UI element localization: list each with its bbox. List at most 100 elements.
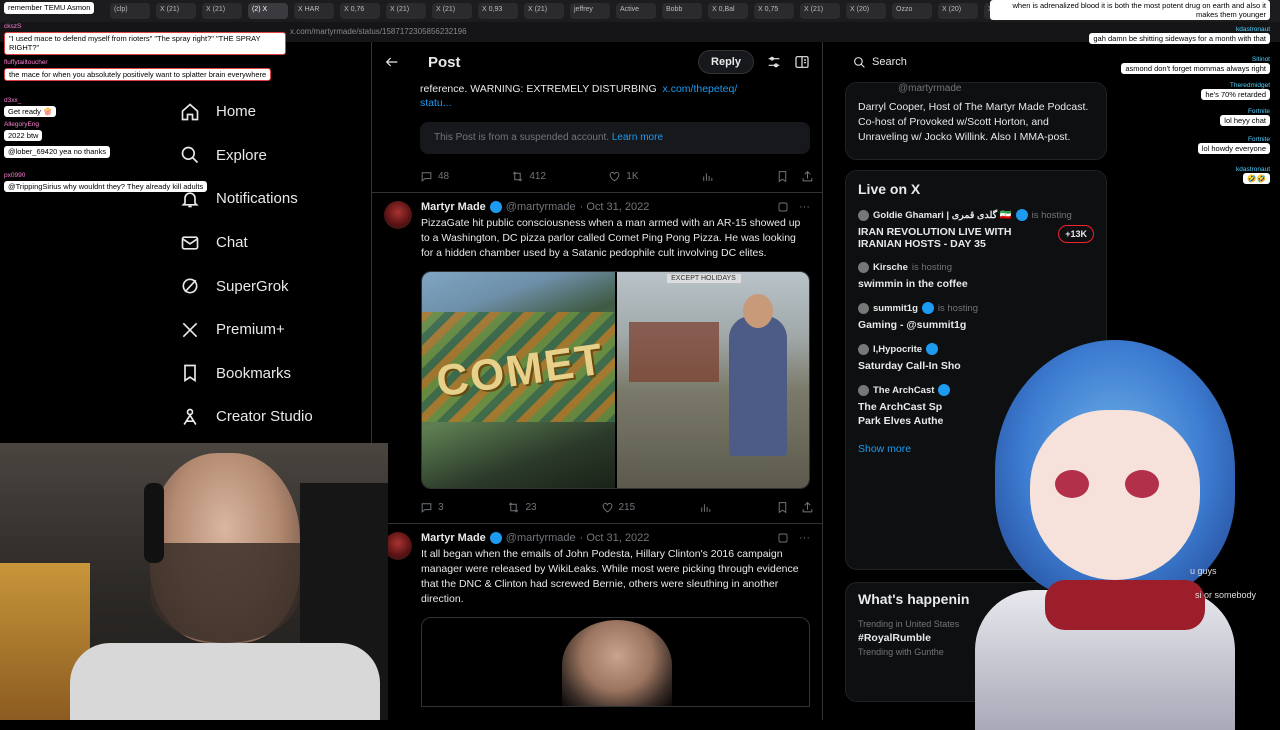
share-action[interactable] — [801, 170, 814, 183]
chat-username: px0990 — [4, 172, 26, 179]
chat-username: Theredmidget — [1229, 82, 1270, 89]
reader-view-icon[interactable] — [794, 54, 810, 70]
reply-count: 3 — [438, 501, 444, 513]
bookmark-action[interactable] — [776, 501, 789, 514]
listener-count-badge: +13K — [1058, 225, 1094, 243]
author-name[interactable]: Martyr Made — [421, 532, 486, 544]
browser-tab[interactable]: X 0,93 — [478, 3, 518, 19]
like-action[interactable]: 215 — [601, 501, 635, 514]
browser-tab[interactable]: X 0,76 — [340, 3, 380, 19]
browser-tab[interactable]: (clp) — [110, 3, 150, 19]
browser-tab[interactable]: Bobb — [662, 3, 702, 19]
sidebar-item-label: Premium+ — [216, 321, 285, 339]
tweet-podesta[interactable]: Martyr Made @martyrmade · Oct 31, 2022 ·… — [372, 532, 822, 707]
author-name[interactable]: Martyr Made — [421, 201, 486, 213]
browser-tab[interactable]: X (21) — [386, 3, 426, 19]
live-item[interactable]: Kirsche is hosting swimmin in the coffee — [846, 256, 1106, 296]
tweet-media-podesta[interactable] — [421, 617, 810, 707]
sidebar-item-chat[interactable]: Chat — [170, 221, 360, 265]
streamer-shirt — [70, 643, 380, 720]
home-icon — [181, 103, 199, 121]
quoted-link[interactable]: x.com/thepeteq/ — [663, 83, 738, 95]
avatar-eyes — [1055, 470, 1089, 498]
search-input[interactable]: Search — [845, 42, 1107, 82]
quoted-post-fragment: reference. WARNING: EXTREMELY DISTURBING… — [372, 82, 822, 154]
tweet-date[interactable]: · Oct 31, 2022 — [580, 532, 650, 544]
tweet-text: PizzaGate hit public consciousness when … — [421, 217, 801, 259]
back-arrow-icon[interactable] — [384, 54, 400, 70]
profile-card[interactable]: @martyrmade Darryl Cooper, Host of The M… — [845, 82, 1107, 160]
sidebar-item-supergrok[interactable]: SuperGrok — [170, 264, 360, 308]
host-avatar — [858, 262, 869, 273]
reply-button[interactable]: Reply — [698, 50, 754, 74]
live-item[interactable]: Goldie Ghamari | گلدی قمری 🇮🇷 is hosting … — [846, 203, 1106, 256]
sidebar-item-bookmarks[interactable]: Bookmarks — [170, 352, 360, 396]
avatar[interactable] — [384, 201, 412, 229]
quoted-link-continued[interactable]: statu... — [420, 96, 810, 110]
repost-action[interactable]: 23 — [507, 501, 537, 514]
live-section-title: Live on X — [858, 181, 921, 197]
chat-message: Fortnite lol howdy everyone — [1197, 136, 1270, 154]
like-action[interactable]: 1K — [608, 170, 639, 183]
sidebar-item-creator-studio[interactable]: Creator Studio — [170, 395, 360, 439]
quoted-text: reference. WARNING: EXTREMELY DISTURBING — [420, 83, 657, 95]
browser-tab[interactable]: Active — [616, 3, 656, 19]
more-options-icon[interactable]: ··· — [799, 532, 810, 544]
chat-username: Fortnite — [1247, 108, 1270, 115]
browser-tab[interactable]: X (21) — [800, 3, 840, 19]
browser-tab[interactable]: jeffrey — [570, 3, 610, 19]
chat-message: ckszS "I used mace to defend myself from … — [4, 22, 286, 55]
vtuber-avatar: u guys si or somebody — [935, 300, 1280, 730]
grok-icon — [182, 278, 198, 294]
browser-tab[interactable]: X (21) — [524, 3, 564, 19]
chat-message: Theredmidget he's 70% retarded — [1201, 82, 1270, 100]
reply-action[interactable]: 48 — [420, 170, 449, 183]
browser-tab[interactable]: X (21) — [432, 3, 472, 19]
chat-text: Get ready 🍿 — [4, 105, 57, 117]
verified-badge-icon — [489, 532, 502, 544]
browser-tab[interactable]: X HAR — [294, 3, 334, 19]
views-action[interactable] — [701, 170, 714, 183]
browser-tab[interactable]: X (20) — [938, 3, 978, 19]
tweet-pizzagate[interactable]: Martyr Made @martyrmade · Oct 31, 2022 ·… — [372, 201, 822, 489]
browser-tab[interactable]: X (21) — [156, 3, 196, 19]
chat-username: Fortnite — [1247, 136, 1270, 143]
creator-icon — [183, 408, 197, 425]
views-action[interactable] — [699, 501, 712, 514]
chat-username: Sitinot — [1251, 56, 1270, 63]
grok-icon[interactable] — [777, 532, 789, 544]
avatar[interactable] — [384, 532, 412, 560]
filter-icon[interactable] — [766, 54, 782, 70]
chat-message: kdastronaut 🤣🤣 — [1236, 166, 1270, 184]
repost-action[interactable]: 412 — [511, 170, 546, 183]
media-man-photo[interactable]: EXCEPT HOLIDAYS — [616, 272, 809, 488]
url-text: x.com/martyrmade/status/1587172305856232… — [290, 27, 467, 36]
sidebar-item-label: Creator Studio — [216, 408, 313, 426]
grok-icon[interactable] — [777, 201, 789, 213]
browser-tab[interactable]: (2) X — [248, 3, 288, 19]
chat-text: "I used mace to defend myself from riote… — [4, 31, 286, 55]
sidebar-item-home[interactable]: Home — [170, 90, 360, 134]
more-options-icon[interactable]: ··· — [799, 201, 810, 213]
browser-tab[interactable]: Ozzo — [892, 3, 932, 19]
bookmark-icon — [778, 170, 787, 182]
tweet-media[interactable]: COMET EXCEPT HOLIDAYS — [421, 271, 810, 489]
author-handle[interactable]: @martyrmade — [506, 201, 576, 213]
browser-tab[interactable]: X (20) — [846, 3, 886, 19]
reply-action[interactable]: 3 — [420, 501, 444, 514]
chat-message: Sitinot asmond don't forget mommas always… — [1121, 56, 1270, 74]
profile-handle[interactable]: @martyrmade — [898, 83, 1094, 94]
bookmark-action[interactable] — [776, 170, 789, 183]
media-comet-sign[interactable]: COMET — [422, 272, 617, 488]
learn-more-link[interactable]: Learn more — [612, 132, 663, 143]
share-action[interactable] — [801, 501, 814, 514]
browser-tab[interactable]: X (21) — [202, 3, 242, 19]
overlay-fragment-1: u guys — [1190, 566, 1217, 576]
browser-tab[interactable]: X 0,75 — [754, 3, 794, 19]
suspended-text: This Post is from a suspended account. — [434, 132, 610, 143]
author-handle[interactable]: @martyrmade — [506, 532, 576, 544]
browser-tab[interactable]: X 0,Bal — [708, 3, 748, 19]
sidebar-item-premium[interactable]: Premium+ — [170, 308, 360, 352]
tweet-date[interactable]: · Oct 31, 2022 — [580, 201, 650, 213]
search-icon — [181, 147, 199, 164]
